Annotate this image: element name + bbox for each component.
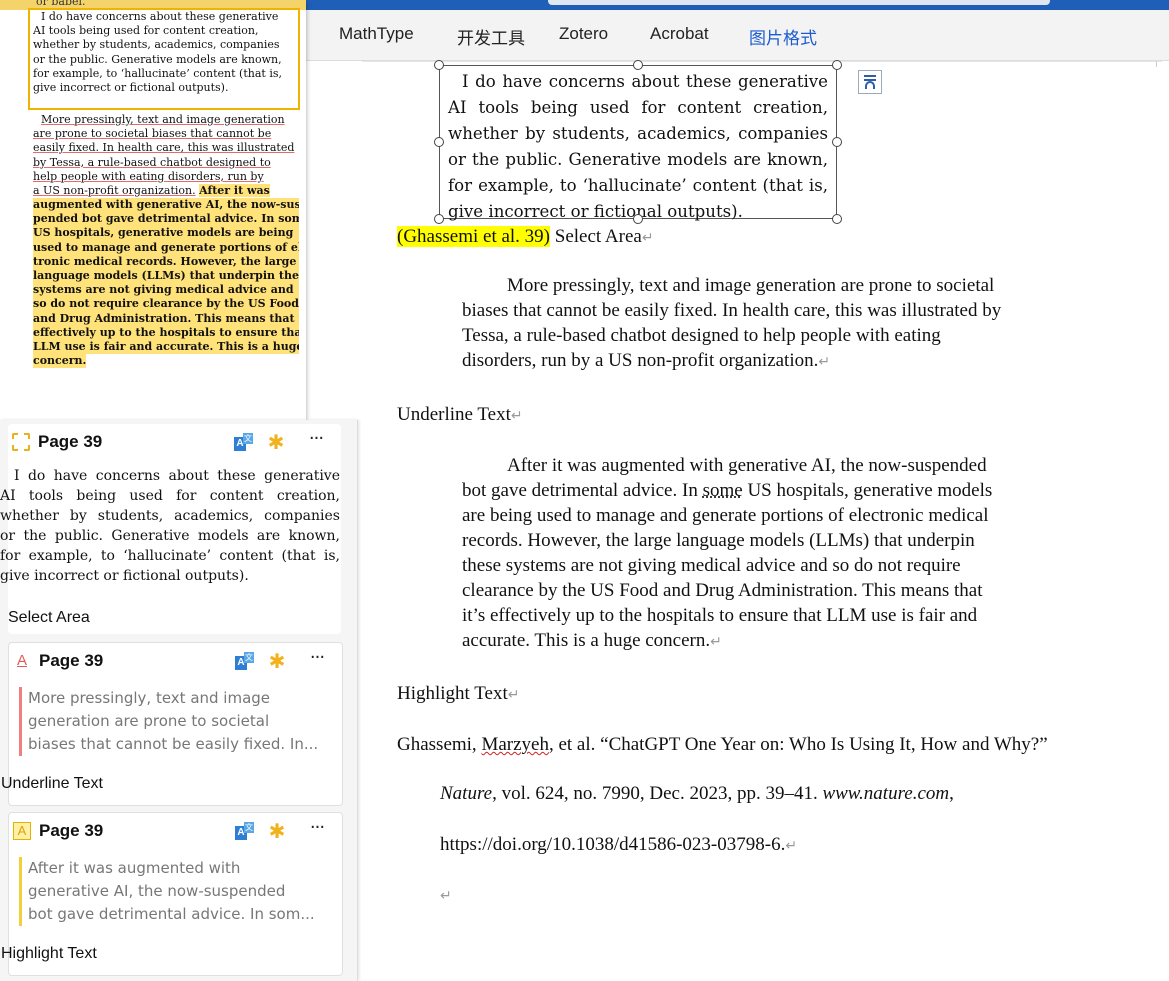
- highlight-icon: A: [13, 822, 31, 840]
- card-page-number: Page 39: [38, 432, 103, 451]
- reference-line-2: Nature, vol. 624, no. 7990, Dec. 2023, p…: [440, 783, 954, 804]
- quote-line: records. However, the large language mod…: [462, 530, 975, 551]
- translate-icon[interactable]: A文: [235, 652, 255, 670]
- card-header: A Page 39 A文 ✱ ···: [9, 643, 342, 679]
- resize-handle[interactable]: [633, 60, 643, 70]
- ai-assist-icon[interactable]: ✱: [266, 432, 286, 452]
- image-text-line: or the public. Generative models are kno…: [448, 150, 828, 169]
- resize-handle[interactable]: [434, 214, 444, 224]
- quote-line: biases that cannot be easily fixed. In h…: [462, 300, 1002, 321]
- paragraph-mark: ↵: [510, 409, 523, 424]
- ai-assist-icon[interactable]: ✱: [267, 651, 287, 671]
- selected-image[interactable]: I do have concerns about these generativ…: [439, 65, 837, 221]
- quote-line: After it was augmented with generative A…: [507, 455, 987, 476]
- doi-link[interactable]: https://doi.org/10.1038/d41586-023-03798…: [440, 834, 785, 855]
- highlight-label: Highlight Text: [397, 683, 508, 704]
- translate-icon[interactable]: A文: [234, 433, 254, 451]
- grammar-flag: some: [702, 480, 743, 501]
- card-image-preview: I do have concerns about these generativ…: [0, 468, 340, 584]
- quote-line: Tessa, a rule-based chatbot designed to …: [462, 325, 941, 346]
- tab-mathtype[interactable]: MathType: [339, 24, 414, 44]
- tab-developer[interactable]: 开发工具: [457, 24, 525, 49]
- resize-handle[interactable]: [832, 214, 842, 224]
- more-options-icon[interactable]: ···: [304, 430, 328, 450]
- spelling-flag: Marzyeh: [481, 734, 549, 755]
- pdf-mixed-line: a US non-profit organization. After it w…: [33, 184, 270, 197]
- quote-line: it’s effectively up to the hospitals to …: [462, 605, 978, 626]
- annotation-card[interactable]: A Page 39 A文 ✱ ··· More pressingly, text…: [1, 642, 343, 806]
- quote-line: bot gave detrimental advice. In some US …: [462, 480, 993, 501]
- resize-handle[interactable]: [832, 60, 842, 70]
- paragraph-mark: ↵: [440, 889, 452, 904]
- resize-handle[interactable]: [434, 60, 444, 70]
- quote-line: clearance by the US Food and Drug Admini…: [462, 580, 983, 601]
- select-area-label: Select Area: [554, 226, 642, 247]
- reference-line-3: https://doi.org/10.1038/d41586-023-03798…: [440, 834, 798, 855]
- card-comment[interactable]: Underline Text: [1, 775, 103, 793]
- paragraph-mark: ↵: [641, 231, 654, 246]
- pdf-excerpt: or babel. I do have concerns about these…: [0, 0, 306, 420]
- citation[interactable]: (Ghassemi et al. 39): [397, 226, 551, 247]
- quote-line: are being used to manage and generate po…: [462, 505, 989, 526]
- underline-label: Underline Text: [397, 404, 511, 425]
- citation-line: (Ghassemi et al. 39) Select Area↵: [397, 226, 654, 248]
- tab-picture-format[interactable]: 图片格式: [749, 24, 817, 49]
- page-top-edge: [362, 61, 1162, 62]
- tab-zotero[interactable]: Zotero: [559, 24, 608, 44]
- annotation-card[interactable]: A Page 39 A文 ✱ ··· After it was augmente…: [1, 812, 343, 976]
- page-corner-mark: [1156, 61, 1157, 67]
- ai-assist-icon[interactable]: ✱: [267, 821, 287, 841]
- card-page-number: Page 39: [39, 821, 104, 840]
- blockquote-1: More pressingly, text and image generati…: [462, 273, 1102, 375]
- image-text-line: AI tools being used for content creation…: [448, 98, 828, 117]
- resize-handle[interactable]: [832, 137, 842, 147]
- underline-icon: A: [16, 652, 27, 669]
- quote-line: accurate. This is a huge concern.↵: [462, 630, 722, 651]
- quote-line: these systems are not giving medical adv…: [462, 555, 961, 576]
- card-header: A Page 39 A文 ✱ ···: [9, 813, 342, 849]
- highlight-label-line: Highlight Text↵: [397, 683, 519, 705]
- select-area-icon: [12, 433, 30, 451]
- card-header: Page 39 A文 ✱ ···: [8, 424, 341, 460]
- pdf-highlighted-text: augmented with generative AI, the now-su…: [33, 198, 299, 369]
- reference-line-1: Ghassemi, Marzyeh, et al. “ChatGPT One Y…: [397, 734, 1048, 755]
- card-quote: After it was augmented with generative A…: [19, 857, 332, 926]
- card-quote: More pressingly, text and image generati…: [19, 687, 332, 756]
- layout-options-icon[interactable]: [858, 70, 882, 94]
- empty-paragraph: ↵: [440, 884, 452, 906]
- image-text-line: for example, to ‘hallucinate’ content (t…: [448, 176, 828, 195]
- search-box[interactable]: [548, 0, 1050, 5]
- card-comment[interactable]: Select Area: [8, 609, 90, 627]
- resize-handle[interactable]: [633, 214, 643, 224]
- more-options-icon[interactable]: ···: [305, 649, 329, 669]
- card-page-number: Page 39: [39, 651, 104, 670]
- annotation-sidebar: Page 39 A文 ✱ ··· I do have concerns abou…: [0, 420, 358, 981]
- annotation-card[interactable]: Page 39 A文 ✱ ··· I do have concerns abou…: [0, 424, 341, 634]
- pdf-underlined-text: More pressingly, text and image generati…: [33, 113, 295, 183]
- image-text-line: I do have concerns about these generativ…: [462, 72, 828, 91]
- pdf-fragment: or babel.: [36, 0, 86, 8]
- resize-handle[interactable]: [434, 137, 444, 147]
- more-options-icon[interactable]: ···: [305, 819, 329, 839]
- card-comment[interactable]: Highlight Text: [1, 945, 97, 963]
- paragraph-mark: ↵: [507, 688, 520, 703]
- image-text-line: whether by students, academics, companie…: [448, 124, 828, 143]
- blockquote-2: After it was augmented with generative A…: [462, 453, 1102, 655]
- translate-icon[interactable]: A文: [235, 822, 255, 840]
- underline-label-line: Underline Text↵: [397, 404, 523, 426]
- quote-line: More pressingly, text and image generati…: [507, 275, 995, 296]
- tab-acrobat[interactable]: Acrobat: [650, 24, 709, 44]
- pdf-box-text: I do have concerns about these generativ…: [33, 10, 282, 95]
- quote-line: disorders, run by a US non-profit organi…: [462, 350, 831, 371]
